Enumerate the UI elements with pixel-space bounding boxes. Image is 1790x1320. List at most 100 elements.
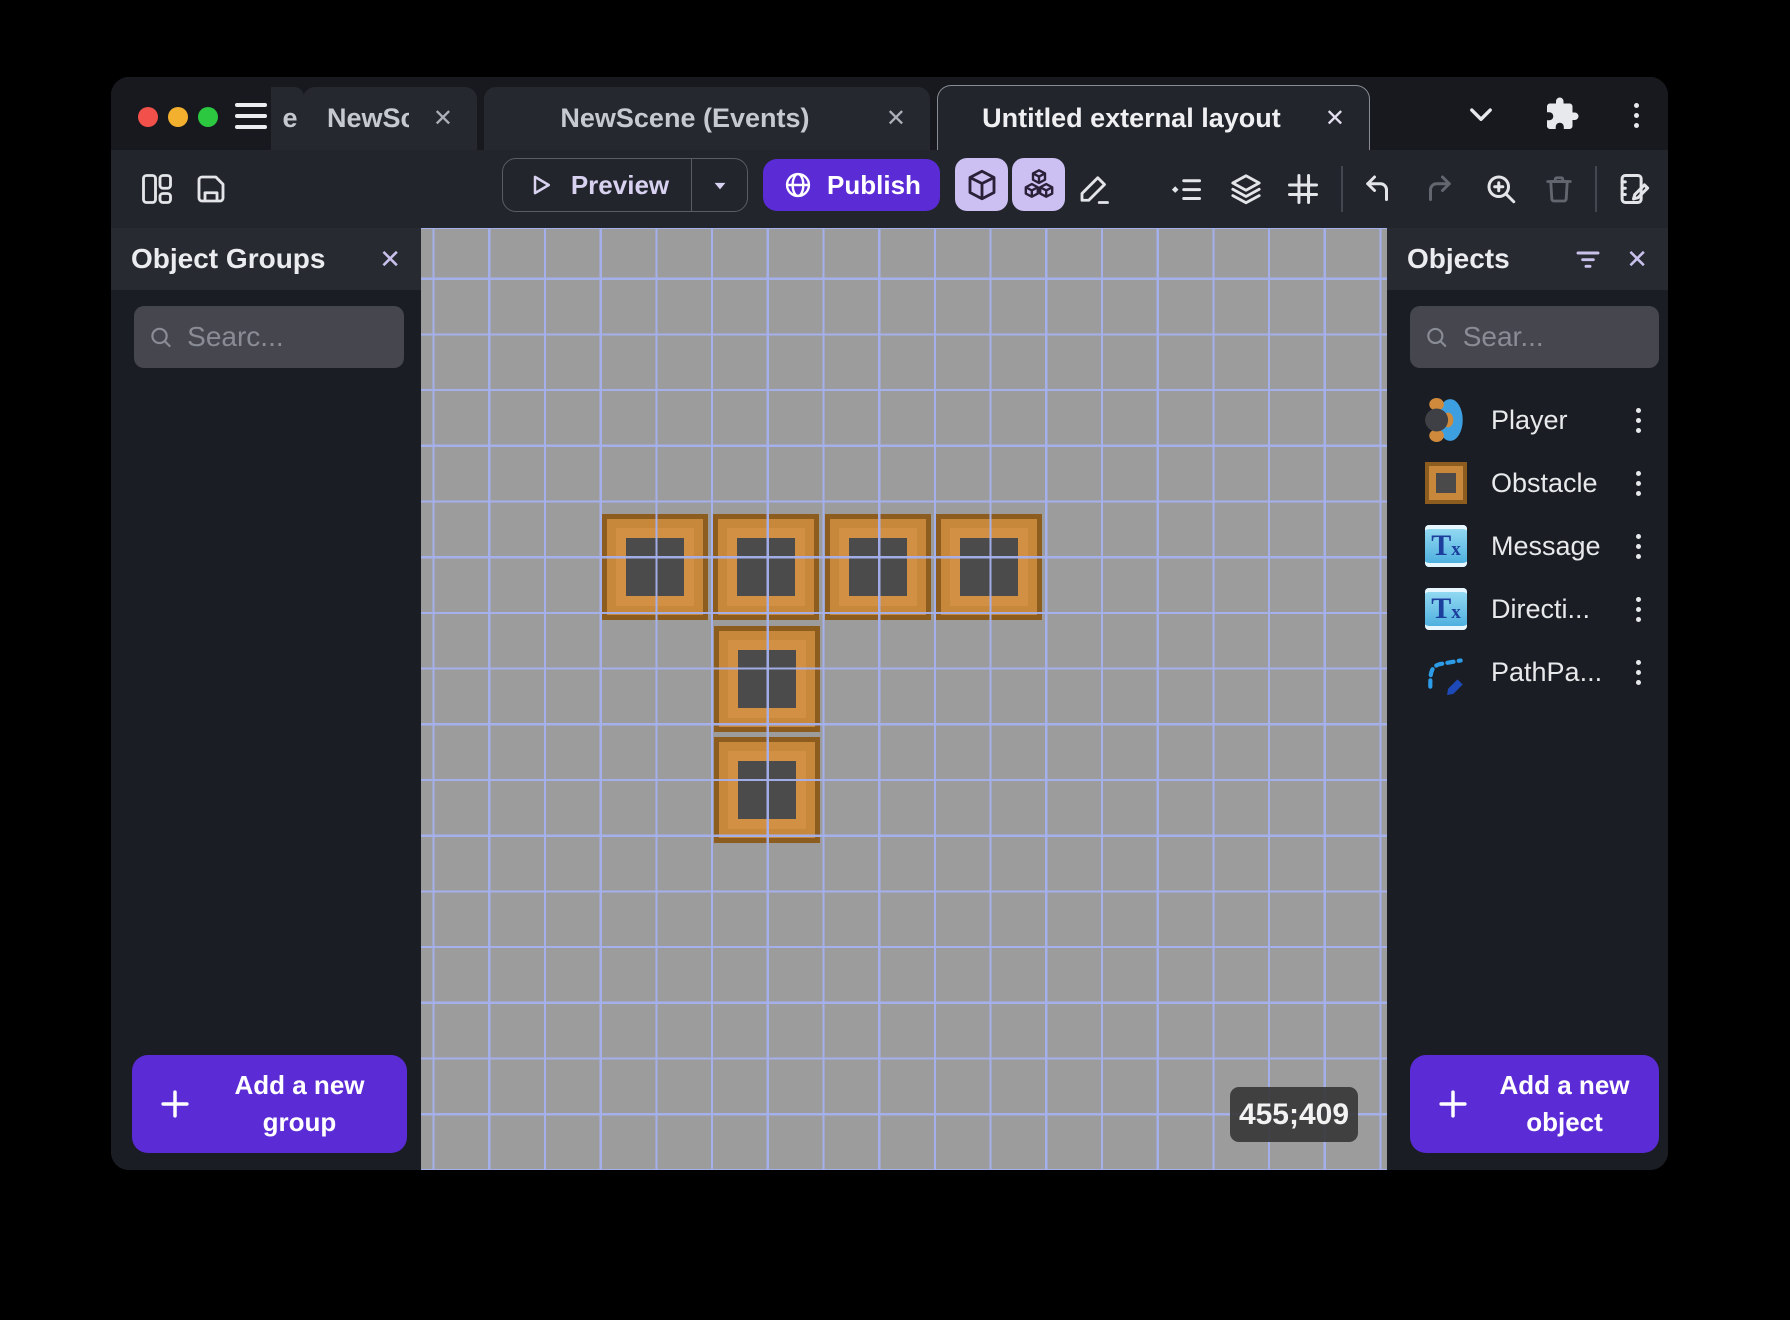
content-area: Object Groups ✕ Add a new group [111,228,1668,1170]
close-icon[interactable]: ✕ [1325,104,1345,133]
play-icon [525,170,555,200]
tab-label: NewScene [327,103,409,134]
instances-mode-button[interactable] [1012,158,1065,211]
add-object-label-line2: object [1526,1107,1603,1137]
add-group-label-line2: group [263,1107,337,1137]
traffic-lights [138,107,218,127]
toolbar-separator [1341,166,1343,212]
save-icon[interactable] [192,170,230,208]
object-menu-icon[interactable] [1618,534,1658,559]
object-row[interactable]: Player [1387,392,1668,448]
preview-dropdown-button[interactable] [691,159,747,211]
tab-label: Untitled external layout [962,103,1301,134]
text-object-icon: Tx [1425,525,1467,567]
close-icon[interactable]: ✕ [886,104,906,133]
object-groups-panel: Object Groups ✕ Add a new group [111,228,421,1170]
edit-objects-mode-button[interactable] [955,158,1008,211]
obstacle-instance[interactable] [713,514,819,620]
add-group-label-line1: Add a new [234,1070,364,1100]
tab-partial[interactable]: e [271,87,304,150]
tab-label: NewScene (Events) [508,103,862,134]
object-label: Player [1491,405,1618,436]
add-object-label-line1: Add a new [1499,1070,1629,1100]
overflow-menu-icon[interactable] [1619,93,1663,137]
grid-overlay [421,228,1387,1170]
zoom-window-button[interactable] [198,107,218,127]
close-icon[interactable]: ✕ [1626,244,1648,275]
plus-icon [1434,1085,1472,1123]
text-object-icon: Tx [1425,588,1467,630]
group-search-box[interactable] [134,306,404,368]
objects-list: PlayerObstacleTxMessageTxDirecti...PathP… [1387,392,1668,707]
scene-canvas[interactable]: 455;409 [421,228,1387,1170]
coordinates-value: 455;409 [1239,1098,1349,1132]
preview-label: Preview [571,170,669,201]
tab-bar: e NewScene ✕ NewScene (Events) ✕ Untitle… [111,77,1668,150]
object-groups-header: Object Groups ✕ [111,228,421,290]
player-icon [1423,397,1469,443]
obstacle-instance[interactable] [825,514,931,620]
tab-newscene-events[interactable]: NewScene (Events) ✕ [484,87,930,150]
object-row[interactable]: TxMessage [1387,518,1668,574]
redo-icon[interactable] [1419,170,1457,208]
add-group-button[interactable]: Add a new group [132,1055,407,1153]
tab-label: e [276,103,304,134]
object-label: Directi... [1491,594,1618,625]
extensions-puzzle-icon[interactable] [1540,92,1584,136]
tab-newscene[interactable]: NewScene ✕ [303,87,477,150]
events-list-icon[interactable] [1167,170,1205,208]
obstacle-instance[interactable] [714,737,820,843]
close-icon[interactable]: ✕ [379,244,401,275]
caret-down-icon [707,172,733,198]
filter-icon[interactable] [1572,243,1604,275]
close-window-button[interactable] [138,107,158,127]
obstacle-instance[interactable] [714,626,820,732]
object-menu-icon[interactable] [1618,471,1658,496]
app-window: e NewScene ✕ NewScene (Events) ✕ Untitle… [111,77,1668,1170]
trash-icon[interactable] [1540,170,1578,208]
search-icon [1424,322,1449,352]
edit-pencil-icon[interactable] [1075,170,1113,208]
edit-scene-properties-icon[interactable] [1615,170,1653,208]
objects-header: Objects ✕ [1387,228,1668,290]
object-search-input[interactable] [1463,321,1645,353]
object-menu-icon[interactable] [1618,597,1658,622]
panel-title: Object Groups [131,243,357,275]
preview-button[interactable]: Preview [502,158,748,212]
zoom-in-icon[interactable] [1482,170,1520,208]
object-menu-icon[interactable] [1618,660,1658,685]
publish-button[interactable]: Publish [763,159,940,211]
home-dashboard-icon[interactable] [138,170,176,208]
tab-untitled-external-layout[interactable]: Untitled external layout ✕ [937,85,1370,151]
object-search-box[interactable] [1410,306,1659,368]
plus-icon [156,1085,194,1123]
obstacle-icon [1425,462,1467,504]
object-row[interactable]: Tx Directi... [1387,581,1668,637]
path-icon [1423,649,1469,695]
panel-title: Objects [1407,243,1572,275]
object-label: Obstacle [1491,468,1618,499]
group-search-input[interactable] [187,321,390,353]
globe-icon [782,169,814,201]
add-object-button[interactable]: Add a new object [1410,1055,1659,1153]
minimize-window-button[interactable] [168,107,188,127]
grid-icon[interactable] [1284,170,1322,208]
cubes-icon [1021,167,1057,203]
obstacle-instance[interactable] [602,514,708,620]
layers-icon[interactable] [1227,170,1265,208]
object-row[interactable]: PathPa... [1387,644,1668,700]
object-row[interactable]: Obstacle [1387,455,1668,511]
object-menu-icon[interactable] [1618,408,1658,433]
preview-main[interactable]: Preview [503,159,691,211]
main-menu-icon[interactable] [235,103,267,129]
publish-label: Publish [827,170,921,201]
cube-icon [964,167,1000,203]
close-icon[interactable]: ✕ [433,104,453,133]
chevron-down-icon[interactable] [1459,93,1503,137]
undo-icon[interactable] [1360,170,1398,208]
cursor-coordinates-badge: 455;409 [1230,1087,1358,1142]
toolbar: Preview Publish [111,150,1668,228]
toolbar-separator [1595,166,1597,212]
obstacle-instance[interactable] [936,514,1042,620]
screenshot-root: e NewScene ✕ NewScene (Events) ✕ Untitle… [0,0,1790,1320]
